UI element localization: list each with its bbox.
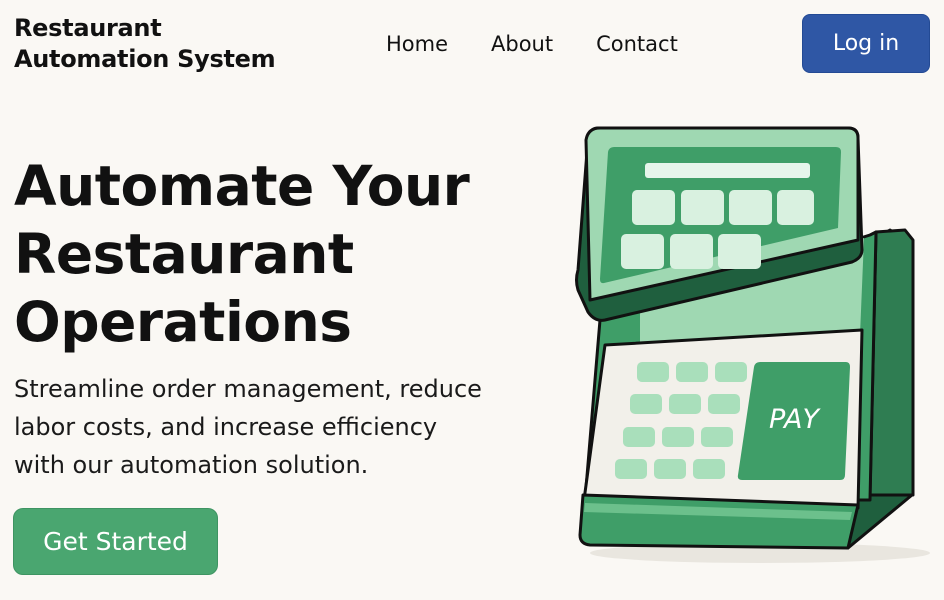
logo-line-1: Restaurant: [14, 14, 162, 42]
nav-contact-link[interactable]: Contact: [596, 30, 678, 58]
hero-title-line-1: Automate Your: [14, 154, 470, 218]
logo-line-2: Automation System: [14, 45, 276, 73]
login-button[interactable]: Log in: [802, 14, 930, 73]
pay-label: PAY: [769, 404, 821, 435]
site-logo[interactable]: Restaurant Automation System: [14, 13, 304, 75]
hero-title-line-3: Operations: [14, 290, 352, 354]
pos-terminal-icon: PAY: [575, 126, 930, 563]
get-started-button[interactable]: Get Started: [13, 508, 218, 575]
nav-home-link[interactable]: Home: [386, 30, 448, 58]
hero-subtitle-line-2: labor costs, and increase efficiency: [14, 413, 438, 441]
main-nav: Home About Contact: [386, 30, 721, 58]
hero-title-line-2: Restaurant: [14, 222, 354, 286]
hero-subtitle: Streamline order management, reduce labo…: [14, 370, 494, 484]
landing-page: Restaurant Automation System Home About …: [0, 0, 944, 600]
nav-about-link[interactable]: About: [491, 30, 553, 58]
hero-title: Automate Your Restaurant Operations: [14, 152, 514, 356]
hero-subtitle-line-3: with our automation solution.: [14, 451, 369, 479]
hero-subtitle-line-1: Streamline order management, reduce: [14, 375, 482, 403]
